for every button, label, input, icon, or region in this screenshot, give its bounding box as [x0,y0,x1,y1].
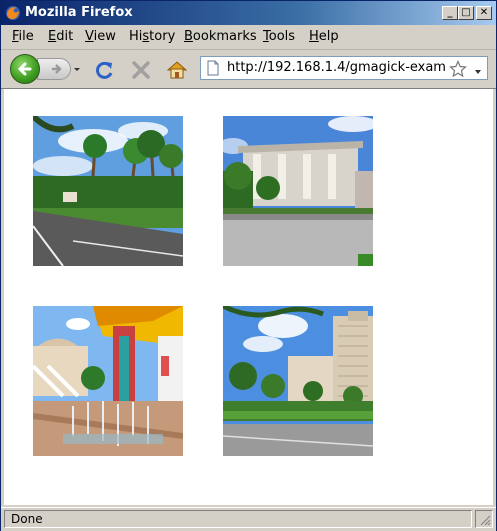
reload-icon [96,61,113,79]
image-street-palm-trees [33,116,183,266]
chevron-down-icon [475,70,481,74]
menu-file[interactable]: File [12,29,34,44]
history-dropdown-button[interactable] [72,60,82,78]
chevron-down-icon [74,68,80,71]
page-content [4,89,493,505]
menu-help[interactable]: Help [309,29,339,44]
url-input[interactable]: http://192.168.1.4/gmagick-example.php [227,60,447,75]
window-title: Mozilla Firefox [25,5,133,20]
close-icon: ✕ [479,7,489,18]
stop-icon [132,61,150,79]
reload-button[interactable] [94,59,116,81]
menu-edit[interactable]: Edit [48,29,73,44]
minimize-button[interactable]: _ [442,6,458,20]
back-arrow-icon [17,62,32,76]
back-button[interactable] [10,54,40,84]
home-button[interactable] [166,59,188,81]
bookmark-star-icon[interactable] [449,60,467,78]
menu-bar: File Edit View History Bookmarks Tools H… [1,25,496,50]
image-upside-down-building [223,116,373,266]
title-bar[interactable]: Mozilla Firefox _ □ ✕ [1,1,496,25]
forward-button[interactable] [37,58,71,80]
stop-button[interactable] [130,59,152,81]
maximize-button[interactable]: □ [458,6,474,20]
forward-arrow-icon [52,64,62,74]
image-mall-fountain [33,306,183,456]
firefox-logo-icon [5,5,21,21]
url-history-dropdown[interactable] [474,65,482,74]
page-icon [205,60,221,76]
status-text: Done [4,510,472,528]
menu-view[interactable]: View [85,29,116,44]
menu-tools[interactable]: Tools [263,29,295,44]
menu-history[interactable]: History [129,29,175,44]
resize-grip-icon[interactable] [475,510,493,528]
status-bar: Done [1,507,496,531]
minimize-icon: _ [447,7,453,18]
maximize-icon: □ [461,7,471,18]
browser-window: Mozilla Firefox _ □ ✕ File Edit View His… [0,0,497,531]
url-bar[interactable]: http://192.168.1.4/gmagick-example.php [200,56,488,80]
close-button[interactable]: ✕ [476,6,492,20]
navigation-toolbar: http://192.168.1.4/gmagick-example.php [1,50,496,89]
home-icon [166,61,188,79]
menu-bookmarks[interactable]: Bookmarks [184,29,257,44]
image-hotel-tower [223,306,373,456]
